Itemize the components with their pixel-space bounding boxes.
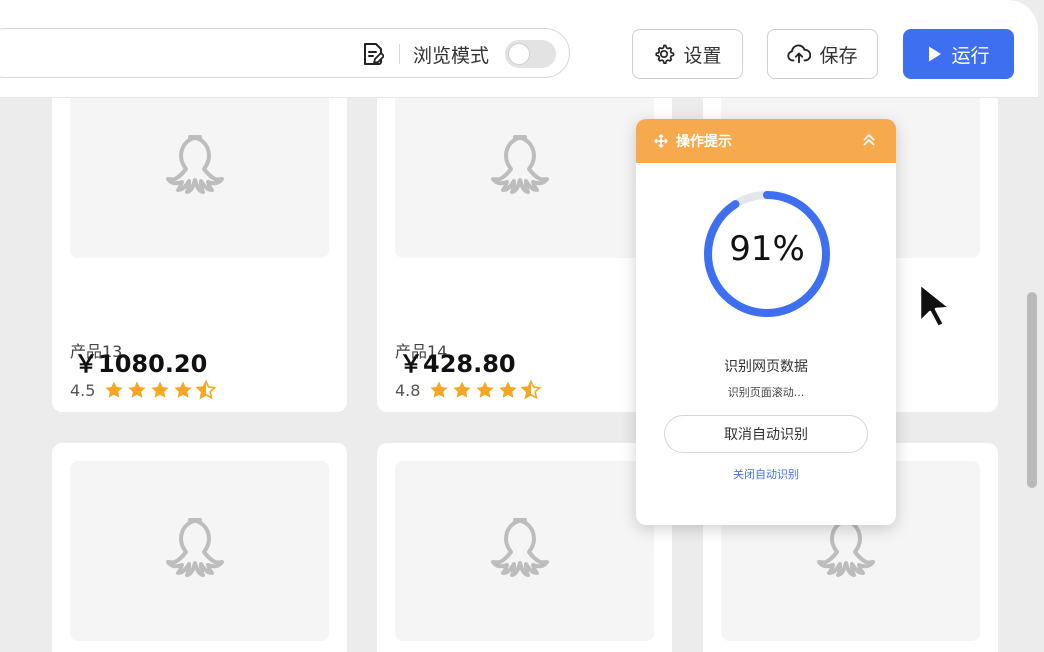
settings-label: 设置	[683, 44, 722, 67]
status-title: 识别网页数据	[724, 359, 808, 375]
status-subtitle: 识别页面滚动...	[727, 386, 805, 399]
star-icon	[151, 381, 170, 398]
settings-button[interactable]: 设置	[632, 29, 743, 79]
product-price: ￥428.80	[399, 350, 516, 378]
star-icon	[430, 381, 449, 398]
star-icon	[174, 381, 193, 398]
mouse-pointer-icon	[918, 282, 952, 328]
product-image	[395, 98, 654, 258]
browse-mode-toggle[interactable]	[505, 40, 556, 68]
progress-percent: 91%	[729, 229, 805, 269]
product-image	[395, 461, 654, 641]
product-image	[70, 98, 329, 258]
product-image	[70, 461, 329, 641]
panel-title: 操作提示	[676, 134, 732, 150]
operation-tip-panel: 操作提示 91% 识别网页数据 识别页面滚动... 取消自动识别 关闭自动识别	[636, 119, 896, 525]
toggle-knob	[508, 43, 530, 65]
play-icon	[929, 46, 942, 62]
app-window: 浏览模式 设置 保存 运行 产品13 4.5 产品14 4.8 ￥1080.20…	[0, 0, 1044, 652]
star-icon	[453, 381, 472, 398]
star-icon	[476, 381, 495, 398]
edit-doc-icon[interactable]	[362, 42, 384, 66]
browse-mode-label: 浏览模式	[413, 45, 490, 67]
gear-icon	[655, 44, 675, 64]
octopus-placeholder-icon	[165, 135, 224, 194]
run-label: 运行	[951, 44, 990, 67]
chevron-up-double-icon[interactable]	[862, 133, 876, 147]
octopus-placeholder-icon	[490, 518, 549, 577]
octopus-placeholder-icon	[165, 518, 224, 577]
panel-header[interactable]: 操作提示	[636, 119, 896, 163]
rating-value: 4.8	[395, 380, 421, 400]
address-bar[interactable]: 浏览模式	[0, 28, 570, 78]
save-label: 保存	[819, 44, 858, 67]
star-icon	[499, 381, 518, 398]
scrollbar-thumb[interactable]	[1027, 292, 1037, 488]
octopus-placeholder-icon	[816, 518, 875, 577]
close-auto-detect-link[interactable]: 关闭自动识别	[636, 466, 896, 482]
divider	[399, 44, 400, 64]
rating-value: 4.5	[70, 380, 96, 400]
toolbar: 浏览模式 设置 保存 运行	[0, 0, 1038, 98]
product-card[interactable]	[52, 443, 347, 652]
move-icon[interactable]	[654, 134, 668, 148]
cloud-upload-icon	[787, 44, 812, 64]
product-rating: 4.5	[70, 380, 217, 400]
save-button[interactable]: 保存	[767, 29, 878, 79]
run-button[interactable]: 运行	[903, 29, 1014, 79]
octopus-placeholder-icon	[490, 135, 549, 194]
product-rating: 4.8	[395, 380, 542, 400]
star-icon	[105, 381, 124, 398]
product-price: ￥1080.20	[74, 350, 208, 378]
half-star-icon	[196, 380, 217, 400]
cancel-auto-detect-button[interactable]: 取消自动识别	[664, 415, 868, 453]
star-icon	[128, 381, 147, 398]
half-star-icon	[521, 380, 542, 400]
product-card[interactable]	[377, 443, 672, 652]
